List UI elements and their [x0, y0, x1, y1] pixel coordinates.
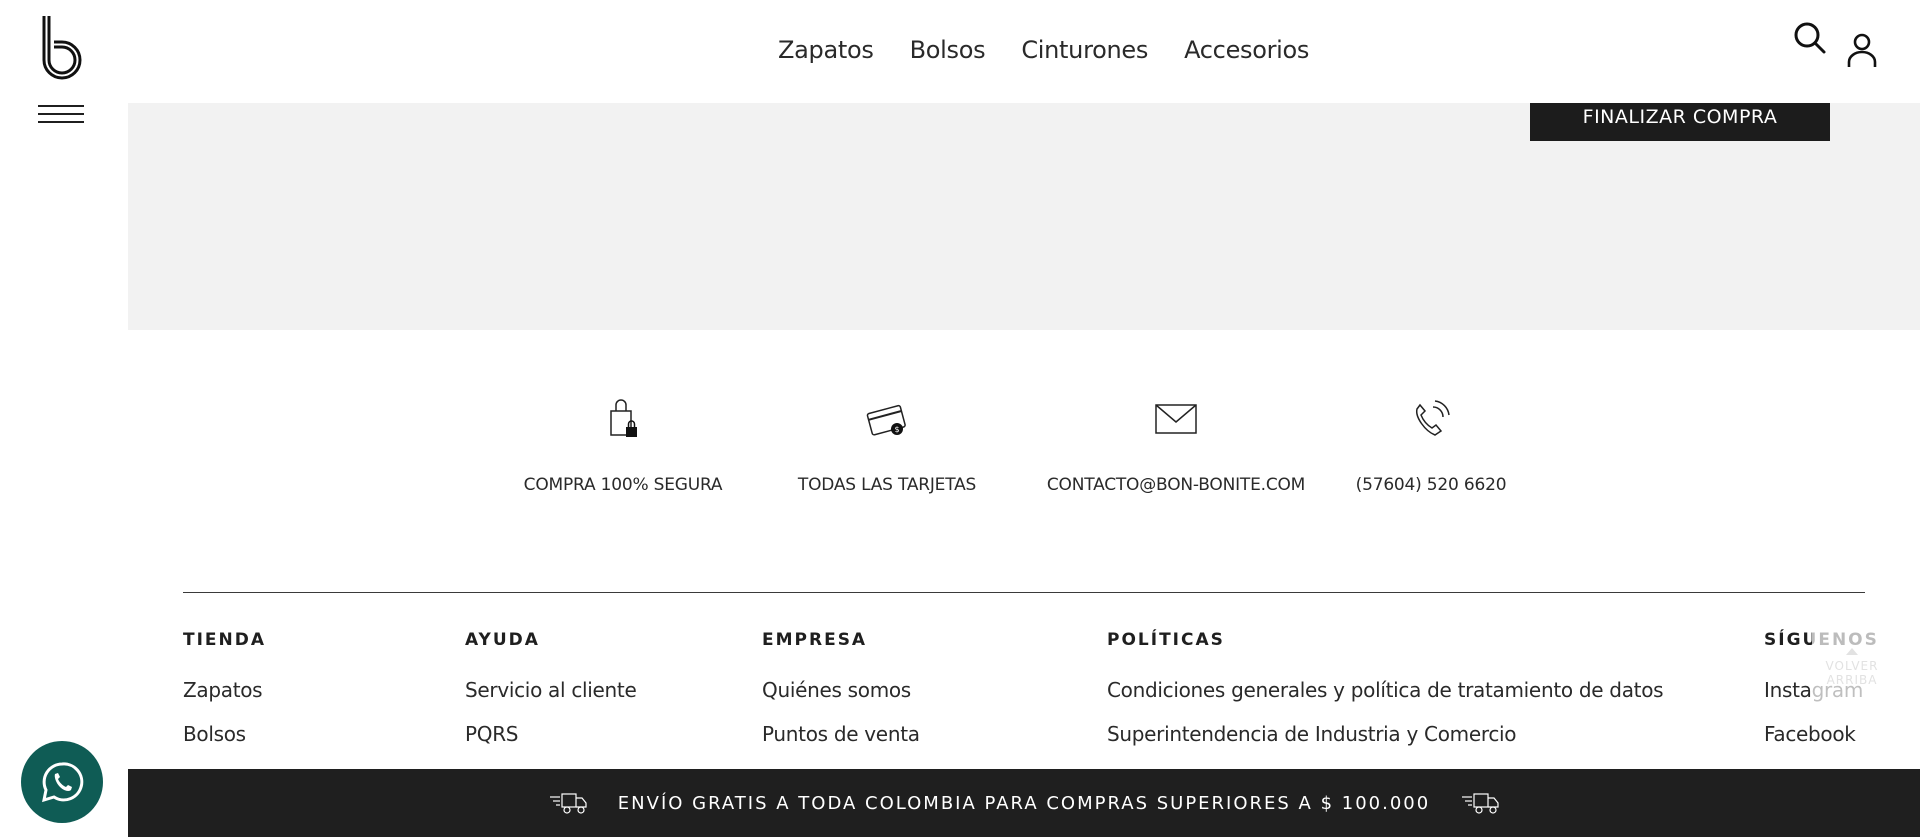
- brand-logo[interactable]: [40, 14, 84, 82]
- back-to-top-line2: ARRIBA: [1826, 673, 1878, 687]
- shipping-text: ENVÍO GRATIS A TODA COLOMBIA PARA COMPRA…: [617, 792, 1431, 814]
- footer-col-title: AYUDA: [465, 630, 540, 650]
- nav-item-cinturones[interactable]: Cinturones: [1021, 36, 1148, 64]
- main-nav: Zapatos Bolsos Cinturones Accesorios: [778, 36, 1345, 64]
- footer-link[interactable]: Condiciones generales y política de trat…: [1107, 678, 1664, 702]
- feature-label: COMPRA 100% SEGURA: [523, 475, 723, 495]
- feature-label: CONTACTO@BON-BONITE.COM: [1046, 475, 1306, 495]
- footer-divider: [183, 592, 1865, 593]
- feature-contact[interactable]: CONTACTO@BON-BONITE.COM: [1046, 395, 1306, 495]
- footer-link[interactable]: Zapatos: [183, 678, 266, 702]
- cart-summary-panel: FINALIZAR COMPRA: [128, 93, 1920, 330]
- header: Zapatos Bolsos Cinturones Accesorios: [128, 0, 1920, 103]
- truck-icon: [549, 793, 587, 814]
- back-to-top-line1: VOLVER: [1825, 659, 1879, 673]
- footer-col-empresa: EMPRESA Quiénes somos Puntos de venta: [762, 630, 920, 766]
- nav-item-bolsos[interactable]: Bolsos: [910, 36, 986, 64]
- menu-button[interactable]: [38, 105, 84, 125]
- user-icon[interactable]: [1846, 32, 1878, 68]
- search-icon[interactable]: [1792, 20, 1828, 56]
- footer-col-title: POLÍTICAS: [1107, 630, 1225, 650]
- credit-card-icon: $: [866, 404, 906, 436]
- nav-item-accesorios[interactable]: Accesorios: [1184, 36, 1309, 64]
- header-icons: [1780, 18, 1920, 78]
- arrow-up-icon: [1846, 648, 1858, 655]
- footer-col-ayuda: AYUDA Servicio al cliente PQRS: [465, 630, 637, 766]
- back-to-top-button[interactable]: VOLVER ARRIBA: [1812, 630, 1892, 710]
- footer-link[interactable]: Servicio al cliente: [465, 678, 637, 702]
- footer-link[interactable]: Bolsos: [183, 722, 266, 746]
- footer-link[interactable]: Superintendencia de Industria y Comercio: [1107, 722, 1663, 746]
- features-row: COMPRA 100% SEGURA $ TODAS LAS TARJETAS …: [128, 395, 1920, 515]
- footer-col-title: EMPRESA: [762, 630, 868, 650]
- footer-link[interactable]: Quiénes somos: [762, 678, 920, 702]
- envelope-icon: [1155, 404, 1197, 434]
- feature-label: TODAS LAS TARJETAS: [797, 475, 977, 495]
- phone-icon: [1416, 400, 1450, 436]
- footer-link[interactable]: PQRS: [465, 722, 636, 746]
- footer-col-title: TIENDA: [183, 630, 267, 650]
- shipping-bar: ENVÍO GRATIS A TODA COLOMBIA PARA COMPRA…: [128, 769, 1920, 837]
- whatsapp-icon: [42, 762, 84, 803]
- footer-col-tienda: TIENDA Zapatos Bolsos: [183, 630, 266, 766]
- footer-columns: TIENDA Zapatos Bolsos AYUDA Servicio al …: [128, 630, 1920, 770]
- feature-cards: $ TODAS LAS TARJETAS: [787, 395, 987, 495]
- feature-phone[interactable]: (57604) 520 6620: [1351, 395, 1511, 495]
- svg-text:$: $: [894, 425, 899, 434]
- feature-secure: COMPRA 100% SEGURA: [523, 395, 723, 495]
- left-rail: [0, 0, 128, 837]
- footer-col-politicas: POLÍTICAS Condiciones generales y políti…: [1107, 630, 1664, 766]
- whatsapp-button[interactable]: [21, 741, 103, 823]
- truck-icon: [1462, 793, 1499, 814]
- nav-item-zapatos[interactable]: Zapatos: [778, 36, 874, 64]
- footer-link[interactable]: Puntos de venta: [762, 722, 920, 746]
- secure-bag-icon: [610, 399, 637, 437]
- feature-label: (57604) 520 6620: [1355, 475, 1507, 495]
- footer-link-facebook[interactable]: Facebook: [1764, 722, 1879, 746]
